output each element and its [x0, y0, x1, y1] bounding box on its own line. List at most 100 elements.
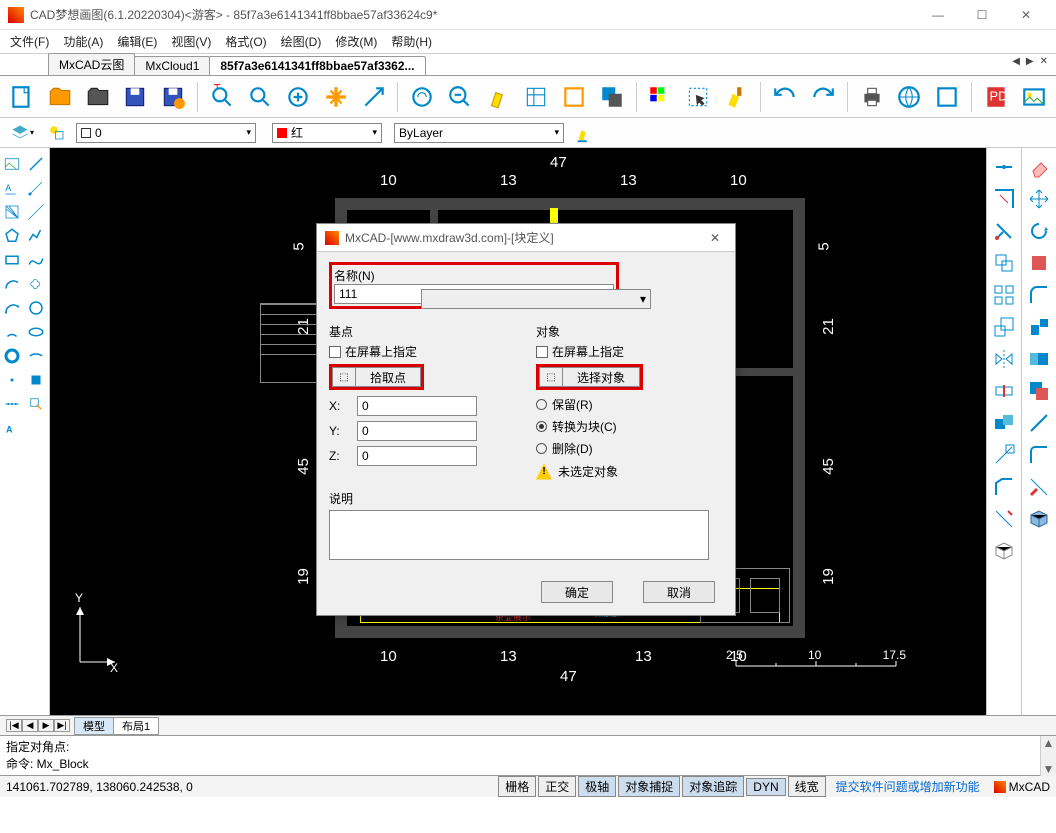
color-palette-button[interactable] [645, 81, 677, 113]
select-objects-button[interactable]: ⬚ 选择对象 [536, 364, 643, 390]
spline-tool-icon[interactable] [24, 248, 48, 272]
desc-textarea[interactable] [329, 510, 709, 560]
erase-icon[interactable] [1024, 152, 1054, 182]
align-icon[interactable] [989, 504, 1019, 534]
brush-button[interactable] [720, 81, 752, 113]
circle-tool-icon[interactable] [24, 296, 48, 320]
chamfer-icon[interactable] [989, 472, 1019, 502]
layout-next-icon[interactable]: ▶ [38, 719, 54, 732]
block-tool-icon[interactable] [24, 368, 48, 392]
ellipse-arc-tool-icon[interactable] [24, 344, 48, 368]
tab-current-doc[interactable]: 85f7a3e6141341ff8bbae57af3362... [209, 56, 425, 75]
text-tool-icon[interactable]: A [0, 176, 24, 200]
offset-icon[interactable] [989, 408, 1019, 438]
save-button[interactable] [120, 81, 152, 113]
layer-state-icon[interactable] [44, 122, 70, 144]
z-input[interactable] [357, 446, 477, 466]
tab-close-icon[interactable]: ✕ [1038, 56, 1050, 67]
dialog-titlebar[interactable]: MxCAD-[www.mxdraw3d.com]-[块定义] ✕ [317, 224, 735, 252]
status-feedback-link[interactable]: 提交软件问题或增加新功能 [836, 778, 980, 795]
y-input[interactable] [357, 421, 477, 441]
print-button[interactable] [856, 81, 888, 113]
tab-model[interactable]: 模型 [74, 717, 114, 735]
ok-button[interactable]: 确定 [541, 581, 613, 603]
snap-end-icon[interactable] [989, 152, 1019, 182]
status-grid[interactable]: 栅格 [498, 776, 536, 797]
menu-edit[interactable]: 编辑(E) [117, 33, 157, 50]
open-cloud-button[interactable] [44, 81, 76, 113]
pdf-button[interactable]: PDF [980, 81, 1012, 113]
extend-icon[interactable] [989, 440, 1019, 470]
linetype-select[interactable]: ByLayer ▾ [394, 123, 564, 143]
obj-onscreen-check[interactable]: 在屏幕上指定 [536, 343, 723, 360]
highlight-button[interactable] [482, 81, 514, 113]
maximize-button[interactable]: ☐ [960, 1, 1004, 29]
radio-keep[interactable]: 保留(R) [536, 396, 723, 413]
zoom-out-button[interactable] [444, 81, 476, 113]
menu-view[interactable]: 视图(V) [171, 33, 211, 50]
radio-delete[interactable]: 删除(D) [536, 440, 723, 457]
dialog-close-button[interactable]: ✕ [703, 231, 727, 245]
move-icon[interactable] [1024, 184, 1054, 214]
box3d-icon[interactable] [989, 536, 1019, 566]
fillet-icon[interactable] [1024, 280, 1054, 310]
command-area[interactable]: 指定对角点: 命令: Mx_Block ▲▼ [0, 735, 1056, 775]
xline-tool-icon[interactable] [24, 200, 48, 224]
arrange-icon[interactable] [1024, 376, 1054, 406]
rect-array-icon[interactable] [989, 280, 1019, 310]
open-file-button[interactable] [82, 81, 114, 113]
layer-manager-icon[interactable]: ▾ [6, 122, 38, 144]
ellipse-tool-icon[interactable] [24, 320, 48, 344]
donut-tool-icon[interactable] [0, 344, 24, 368]
linetype-edit-icon[interactable] [570, 122, 600, 144]
revcloud-tool-icon[interactable] [24, 272, 48, 296]
status-osnap[interactable]: 对象捕捉 [618, 776, 680, 797]
array-path-icon[interactable] [1024, 472, 1054, 502]
stretch-icon[interactable] [1024, 248, 1054, 278]
tab-prev-icon[interactable]: ◀ [1010, 56, 1022, 67]
layout-prev-icon[interactable]: ◀ [22, 719, 38, 732]
explode-icon[interactable] [1024, 312, 1054, 342]
line-tool-icon[interactable] [24, 152, 48, 176]
layers-button[interactable] [558, 81, 590, 113]
tab-next-icon[interactable]: ▶ [1024, 56, 1036, 67]
scale-icon[interactable] [989, 312, 1019, 342]
undo-button[interactable] [769, 81, 801, 113]
polyline-tool-icon[interactable] [24, 224, 48, 248]
status-lineweight[interactable]: 线宽 [788, 776, 826, 797]
lengthen-icon[interactable] [1024, 408, 1054, 438]
rectangle-tool-icon[interactable] [0, 248, 24, 272]
zoom-window-button[interactable]: + [206, 81, 238, 113]
arc-center-tool-icon[interactable] [0, 320, 24, 344]
menu-draw[interactable]: 绘图(D) [281, 33, 322, 50]
copy-icon[interactable] [989, 248, 1019, 278]
new-file-button[interactable] [6, 81, 38, 113]
regen-button[interactable] [406, 81, 438, 113]
menu-modify[interactable]: 修改(M) [335, 33, 377, 50]
status-ortho[interactable]: 正交 [538, 776, 576, 797]
snap-mid-icon[interactable] [989, 184, 1019, 214]
x-input[interactable] [357, 396, 477, 416]
join-icon[interactable] [1024, 344, 1054, 374]
menu-file[interactable]: 文件(F) [10, 33, 49, 50]
zoom-in-button[interactable] [282, 81, 314, 113]
mtext-tool-icon[interactable]: A [0, 416, 24, 440]
divide-tool-icon[interactable] [0, 392, 24, 416]
close-button[interactable]: ✕ [1004, 1, 1048, 29]
radio-convert[interactable]: 转换为块(C) [536, 418, 723, 435]
arc-tool-icon[interactable] [0, 272, 24, 296]
layer-select[interactable]: 0 ▾ [76, 123, 256, 143]
trim-icon[interactable] [989, 216, 1019, 246]
layout-last-icon[interactable]: ▶| [54, 719, 70, 732]
zoom-scale-button[interactable] [358, 81, 390, 113]
properties-button[interactable] [520, 81, 552, 113]
status-dyn[interactable]: DYN [746, 778, 785, 796]
name-dropdown-icon[interactable]: ▾ [421, 289, 651, 309]
select-button[interactable] [682, 81, 714, 113]
web-button[interactable] [894, 81, 926, 113]
color-select[interactable]: 红 ▾ [272, 123, 382, 143]
ray-tool-icon[interactable] [24, 176, 48, 200]
redo-button[interactable] [807, 81, 839, 113]
status-otrack[interactable]: 对象追踪 [682, 776, 744, 797]
cancel-button[interactable]: 取消 [643, 581, 715, 603]
